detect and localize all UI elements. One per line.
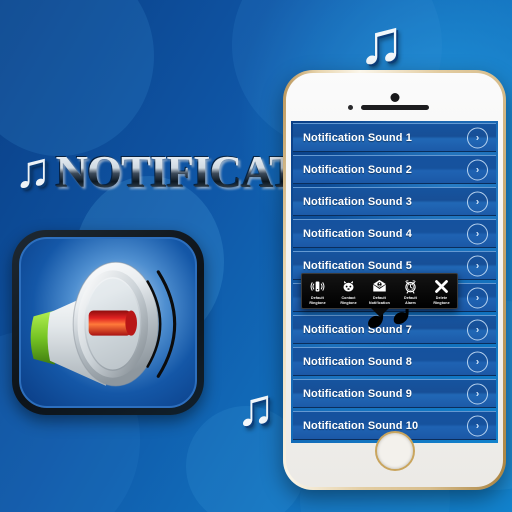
chevron-right-icon[interactable]: › bbox=[467, 287, 488, 308]
popup-item-label: Contact Ringtone bbox=[340, 296, 357, 305]
list-item-label: Notification Sound 8 bbox=[303, 355, 412, 368]
popup-item-close-x[interactable]: Delete Ringtone bbox=[427, 278, 457, 305]
beamed-eighth-notes-icon: ♫ bbox=[14, 142, 52, 198]
music-note-top-icon: ♫ bbox=[358, 8, 405, 77]
popup-item-label: Delete Ringtone bbox=[433, 296, 450, 305]
banner-title-group: ♫ NOTIFICATION bbox=[14, 142, 381, 200]
chevron-right-icon[interactable]: › bbox=[467, 383, 488, 404]
close-x-icon bbox=[434, 278, 449, 295]
list-item-label: Notification Sound 10 bbox=[303, 419, 419, 432]
chevron-right-icon[interactable]: › bbox=[467, 159, 488, 180]
home-button[interactable] bbox=[374, 431, 415, 471]
popup-item-contact-person[interactable]: Contact Ringtone bbox=[334, 278, 364, 305]
chevron-right-icon[interactable]: › bbox=[467, 255, 488, 276]
phone-ringing-icon bbox=[310, 278, 325, 295]
alarm-clock-icon bbox=[403, 278, 418, 295]
list-item[interactable]: Notification Sound 1 › bbox=[293, 123, 496, 152]
chevron-right-icon[interactable]: › bbox=[467, 127, 488, 148]
app-screenshot: ♫ NOTIFICATION ♫ ♫ Notification Sound 1 … bbox=[0, 0, 512, 512]
list-item[interactable]: Notification Sound 8 › bbox=[293, 347, 496, 376]
list-item[interactable]: Notification Sound 4 › bbox=[293, 219, 496, 248]
list-item-label: Notification Sound 2 bbox=[303, 163, 412, 176]
list-item-label: Notification Sound 9 bbox=[303, 387, 412, 400]
app-icon bbox=[12, 230, 204, 415]
background-blob bbox=[0, 0, 154, 156]
phone-device: Notification Sound 1 › Notification Sound … bbox=[283, 70, 506, 490]
chevron-right-icon[interactable]: › bbox=[467, 351, 488, 372]
list-item[interactable]: Notification Sound 2 › bbox=[293, 155, 496, 184]
popup-item-alarm-clock[interactable]: Default Alarm bbox=[396, 278, 426, 305]
list-item[interactable]: Notification Sound 9 › bbox=[293, 379, 496, 408]
chevron-right-icon[interactable]: › bbox=[467, 319, 488, 340]
contact-person-icon bbox=[341, 278, 356, 295]
popup-item-label: Default Alarm bbox=[404, 296, 417, 305]
phone-screen: Notification Sound 1 › Notification Sound … bbox=[291, 121, 498, 443]
popup-arrow bbox=[370, 308, 389, 318]
envelope-mail-icon bbox=[372, 278, 387, 295]
earpiece-speaker bbox=[360, 105, 429, 110]
phone-body: Notification Sound 1 › Notification Sound … bbox=[286, 73, 503, 487]
chevron-right-icon[interactable]: › bbox=[467, 223, 488, 244]
popup-item-group: Default Ringtone Contact Ringtone Default … bbox=[302, 278, 457, 305]
popup-item-envelope-mail[interactable]: Default Notification bbox=[365, 278, 395, 305]
chevron-right-icon[interactable]: › bbox=[467, 415, 488, 436]
music-note-bottom-icon: ♫ bbox=[236, 379, 275, 437]
popup-item-label: Default Notification bbox=[369, 296, 390, 305]
list-item-label: Notification Sound 1 bbox=[303, 131, 412, 144]
front-camera bbox=[390, 93, 399, 102]
popup-item-phone-ringing[interactable]: Default Ringtone bbox=[303, 278, 333, 305]
megaphone-loudspeaker-icon bbox=[30, 261, 177, 387]
chevron-right-icon[interactable]: › bbox=[467, 191, 488, 212]
list-item-label: Notification Sound 4 bbox=[303, 227, 412, 240]
proximity-sensor bbox=[348, 105, 353, 110]
popup-item-label: Default Ringtone bbox=[309, 296, 326, 305]
app-icon-inner bbox=[19, 237, 197, 408]
list-item[interactable]: Notification Sound 3 › bbox=[293, 187, 496, 216]
ringtone-action-popup[interactable]: Default Ringtone Contact Ringtone Default … bbox=[301, 273, 458, 318]
list-item-label: Notification Sound 3 bbox=[303, 195, 412, 208]
